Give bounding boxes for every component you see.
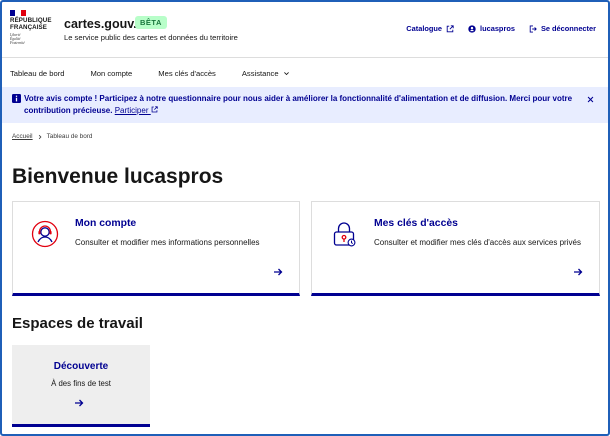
participate-label: Participer (114, 106, 149, 115)
external-link-icon (446, 24, 454, 32)
notice-banner: Votre avis compte ! Participez à notre q… (2, 87, 608, 123)
arrow-right-icon (274, 268, 283, 276)
card-keys-desc: Consulter et modifier mes clés d'accès a… (374, 238, 581, 247)
card-account[interactable]: Mon compte Consulter et modifier mes inf… (12, 201, 300, 296)
card-account-title: Mon compte (75, 218, 137, 229)
site-tagline: Le service public des cartes et données … (64, 33, 238, 42)
workspace-tile-desc: À des fins de test (51, 379, 111, 388)
catalogue-label: Catalogue (406, 24, 443, 33)
page-title: Bienvenue lucaspros (12, 165, 224, 188)
browser-frame: RÉPUBLIQUE FRANÇAISE Liberté Égalité Fra… (0, 0, 610, 436)
breadcrumb-home-link[interactable]: Accueil (12, 133, 33, 140)
user-account-link[interactable]: lucaspros (468, 24, 515, 33)
logout-label: Se déconnecter (540, 24, 596, 33)
header-tools: Catalogue lucaspros Se déconnecter (406, 24, 596, 33)
motto-fraternite: Fraternité (10, 41, 25, 45)
chevron-right-icon (38, 134, 42, 139)
arrow-right-icon (75, 399, 84, 407)
republic-name-line2: FRANÇAISE (10, 23, 47, 31)
chevron-down-icon (283, 71, 289, 75)
breadcrumb: Accueil Tableau de bord (12, 133, 92, 140)
workspace-tile-decouverte[interactable]: Découverte À des fins de test (12, 345, 150, 427)
site-name-link[interactable]: cartes.gouv.fr (64, 17, 146, 31)
card-keys-title: Mes clés d'accès (374, 218, 458, 229)
nav-keys-label: Mes clés d'accès (158, 68, 216, 78)
nav-help-label: Assistance (241, 68, 279, 78)
nav-item-dashboard[interactable]: Tableau de bord (10, 69, 64, 78)
user-name-label: lucaspros (480, 24, 515, 33)
republique-francaise-logo[interactable]: RÉPUBLIQUE FRANÇAISE Liberté Égalité Fra… (10, 10, 51, 50)
nav-item-account[interactable]: Mon compte (90, 69, 132, 78)
workspaces-title: Espaces de travail (12, 315, 143, 332)
card-account-desc: Consulter et modifier mes informations p… (75, 238, 260, 247)
close-icon[interactable] (587, 96, 594, 103)
nav-item-keys[interactable]: Mes clés d'accès (158, 69, 216, 78)
logout-icon (529, 25, 537, 32)
external-link-icon (151, 106, 158, 113)
notice-text: Votre avis compte ! Participez à notre q… (24, 94, 573, 115)
info-icon (12, 94, 21, 103)
card-access-keys[interactable]: Mes clés d'accès Consulter et modifier m… (311, 201, 600, 296)
padlock-pictogram-icon (333, 222, 356, 247)
main-navigation: Tableau de bord Mon compte Mes clés d'ac… (2, 59, 608, 87)
workspace-tile-title: Découverte (53, 361, 109, 372)
user-support-pictogram-icon (31, 220, 59, 248)
motto: Liberté Égalité Fraternité (10, 33, 50, 45)
user-icon (468, 24, 476, 33)
nav-item-help[interactable]: Assistance (242, 69, 290, 78)
catalogue-link[interactable]: Catalogue (406, 24, 454, 33)
site-header: RÉPUBLIQUE FRANÇAISE Liberté Égalité Fra… (2, 2, 608, 58)
nav-account-label: Mon compte (90, 68, 133, 78)
logout-button[interactable]: Se déconnecter (529, 24, 596, 33)
participate-link[interactable]: Participer (115, 106, 158, 115)
breadcrumb-current: Tableau de bord (46, 133, 93, 140)
nav-dashboard-label: Tableau de bord (10, 68, 65, 78)
beta-badge: BÊTA (135, 16, 167, 29)
notice-message: Votre avis compte ! Participez à notre q… (12, 93, 578, 117)
arrow-right-icon (574, 268, 583, 276)
flag-icon (10, 10, 26, 16)
